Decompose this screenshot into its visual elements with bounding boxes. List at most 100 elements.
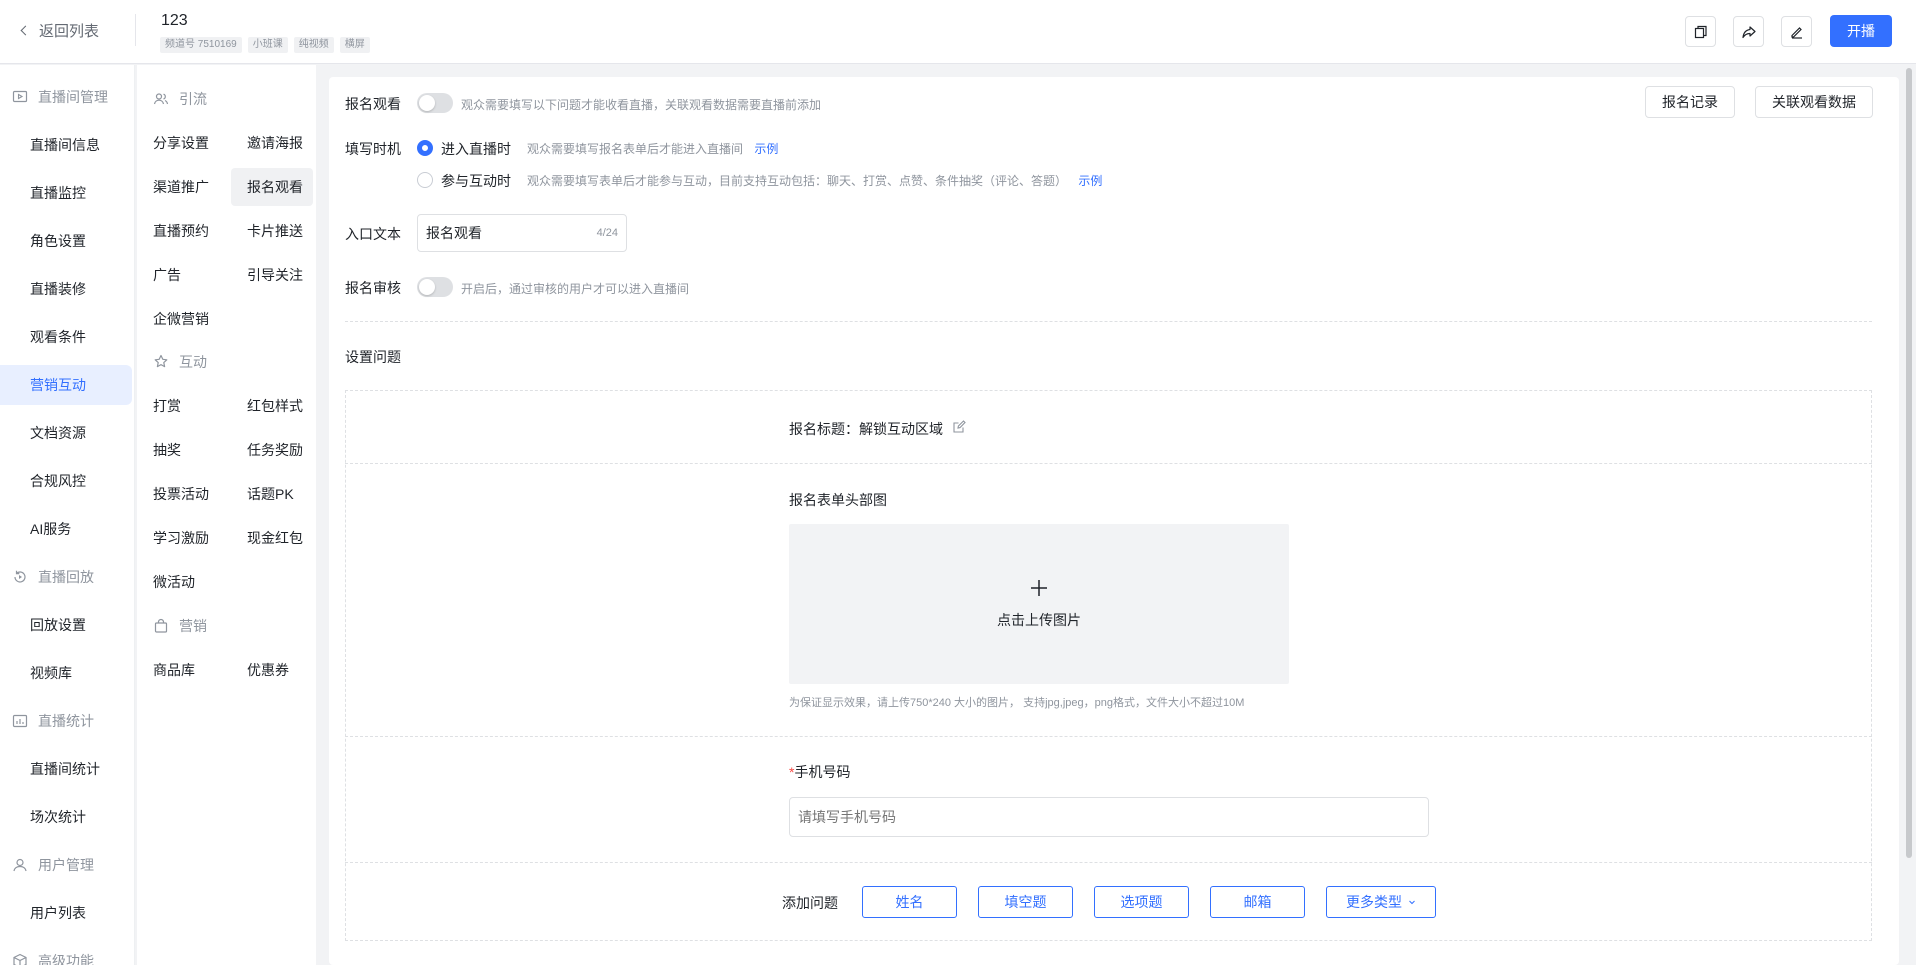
form-title-value: 解锁互动区域: [859, 421, 943, 437]
sidebar-item-compliance[interactable]: 合规风控: [0, 461, 133, 501]
signup-toggle[interactable]: [417, 93, 453, 113]
submenu-item-ads[interactable]: 广告: [137, 256, 219, 294]
tag-channel: 频道号 7510169: [160, 37, 242, 53]
timing-opt1-hint: 观众需要填写报名表单后才能进入直播间 示例: [527, 140, 778, 157]
cube-icon: [13, 953, 27, 965]
entry-text-value: 报名观看: [426, 225, 482, 241]
form-title-label: 报名标题：: [789, 421, 859, 437]
header-image-upload[interactable]: 点击上传图片: [789, 524, 1289, 684]
sidebar-item-roles[interactable]: 角色设置: [0, 221, 133, 261]
add-email-button[interactable]: 邮箱: [1210, 886, 1305, 918]
review-label: 报名审核: [345, 280, 401, 296]
edit-title-icon[interactable]: [952, 420, 966, 434]
form-title: 报名标题：解锁互动区域: [789, 419, 943, 439]
back-to-list-button[interactable]: 返回列表: [20, 20, 100, 41]
signup-label: 报名观看: [345, 96, 401, 112]
group-label: 高级功能: [38, 953, 94, 965]
submenu-item-channel[interactable]: 渠道推广: [137, 168, 219, 206]
phone-input[interactable]: [789, 797, 1429, 837]
timing-opt2-hint: 观众需要填写表单后才能参与互动，目前支持互动包括：聊天、打赏、点赞、条件抽奖（评…: [527, 172, 1102, 189]
submenu-item-reserve[interactable]: 直播预约: [137, 212, 219, 250]
submenu-item-signup[interactable]: 报名观看: [231, 168, 313, 206]
submenu-item-coupon[interactable]: 优惠券: [231, 651, 313, 689]
group-label: 互动: [179, 354, 207, 370]
sidebar-item-session-stats[interactable]: 场次统计: [0, 797, 133, 837]
hint-text: 观众需要填写表单后才能参与互动，目前支持互动包括：聊天、打赏、点赞、条件抽奖（评…: [527, 174, 1068, 188]
add-choice-button[interactable]: 选项题: [1094, 886, 1189, 918]
example-link-1[interactable]: 示例: [754, 142, 778, 156]
sidebar-group-advanced: 高级功能: [12, 951, 94, 965]
timing-label: 填写时机: [345, 141, 401, 157]
sidebar-item-marketing[interactable]: 营销互动: [0, 365, 132, 405]
more-types-dropdown[interactable]: 更多类型: [1326, 886, 1436, 918]
submenu-item-poster[interactable]: 邀请海报: [231, 124, 313, 162]
start-live-button[interactable]: 开播: [1830, 15, 1892, 47]
sidebar-item-monitor[interactable]: 直播监控: [0, 173, 133, 213]
add-fill-blank-button[interactable]: 填空题: [978, 886, 1073, 918]
submenu-item-pk[interactable]: 话题PK: [231, 475, 313, 513]
sidebar-item-video-lib[interactable]: 视频库: [0, 653, 133, 693]
chevron-down-icon: [1409, 900, 1415, 905]
form-divider: [345, 463, 1872, 464]
top-header: 返回列表 123 频道号 7510169 小班课 纯视频 横屏 开播: [0, 0, 1916, 64]
share-button[interactable]: [1733, 16, 1764, 47]
form-divider: [345, 862, 1872, 863]
submenu-item-share[interactable]: 分享设置: [137, 124, 219, 162]
back-label: 返回列表: [39, 23, 100, 40]
submenu-item-goods[interactable]: 商品库: [137, 651, 219, 689]
entry-text-label: 入口文本: [345, 226, 401, 242]
submenu-item-lottery[interactable]: 抽奖: [137, 431, 219, 469]
signup-settings-panel: 报名观看 观众需要填写以下问题才能收看直播，关联观看数据需要直播前添加 报名记录…: [329, 77, 1899, 965]
submenu-item-card[interactable]: 卡片推送: [231, 212, 313, 250]
header-image-label: 报名表单头部图: [789, 492, 887, 508]
char-counter: 4/24: [596, 227, 618, 239]
edit-button[interactable]: [1781, 16, 1812, 47]
tag-video: 纯视频: [293, 37, 334, 53]
sidebar-item-conditions[interactable]: 观看条件: [0, 317, 133, 357]
upload-label: 点击上传图片: [997, 612, 1081, 628]
group-label: 引流: [179, 91, 207, 107]
submenu-item-micro[interactable]: 微活动: [137, 563, 219, 601]
submenu-group-marketing: 营销: [153, 616, 207, 636]
submenu-item-task[interactable]: 任务奖励: [231, 431, 313, 469]
upload-hint: 为保证显示效果，请上传750*240 大小的图片， 支持jpg,jpeg，png…: [789, 697, 1245, 709]
sidebar-group-live-manage: 直播间管理: [12, 87, 108, 107]
timing-opt1-label[interactable]: 进入直播时: [441, 139, 511, 159]
more-types-label: 更多类型: [1346, 894, 1402, 910]
signup-records-button[interactable]: 报名记录: [1645, 86, 1735, 118]
sidebar-item-ai[interactable]: AI服务: [0, 509, 133, 549]
sidebar-item-room-stats[interactable]: 直播间统计: [0, 749, 133, 789]
users-icon: [153, 93, 169, 105]
shopping-bag-icon: [154, 618, 168, 633]
submenu-item-follow[interactable]: 引导关注: [231, 256, 313, 294]
share-icon: [1741, 25, 1756, 38]
timing-radio-interact[interactable]: [417, 172, 433, 188]
sidebar-item-decor[interactable]: 直播装修: [0, 269, 133, 309]
sidebar-item-info[interactable]: 直播间信息: [0, 125, 133, 165]
sidebar-item-user-list[interactable]: 用户列表: [0, 893, 133, 933]
submenu-item-wecom[interactable]: 企微营销: [137, 300, 219, 338]
submenu-item-vote[interactable]: 投票活动: [137, 475, 219, 513]
add-name-button[interactable]: 姓名: [862, 886, 957, 918]
submenu-group-traffic: 引流: [153, 89, 207, 109]
submenu-item-learn[interactable]: 学习激励: [137, 519, 219, 557]
main-sidebar: 直播间管理 直播间信息 直播监控 角色设置 直播装修 观看条件 营销互动 文档资…: [0, 65, 135, 965]
sidebar-item-docs[interactable]: 文档资源: [0, 413, 133, 453]
submenu-item-tip[interactable]: 打赏: [137, 387, 219, 425]
copy-button[interactable]: [1685, 16, 1716, 47]
example-link-2[interactable]: 示例: [1078, 174, 1102, 188]
tag-class-type: 小班课: [247, 37, 288, 53]
sidebar-item-playback-settings[interactable]: 回放设置: [0, 605, 133, 645]
stats-icon: [12, 714, 28, 728]
feature-submenu: 引流 分享设置 邀请海报 渠道推广 报名观看 直播预约 卡片推送 广告 引导关注…: [137, 65, 316, 965]
submenu-item-cash[interactable]: 现金红包: [231, 519, 313, 557]
submenu-item-redpack-style[interactable]: 红包样式: [231, 387, 313, 425]
page-scrollbar[interactable]: [1906, 68, 1912, 858]
group-label: 直播间管理: [38, 89, 108, 105]
entry-text-input[interactable]: 报名观看 4/24: [417, 214, 627, 252]
signup-hint: 观众需要填写以下问题才能收看直播，关联观看数据需要直播前添加: [461, 98, 822, 112]
link-view-data-button[interactable]: 关联观看数据: [1755, 86, 1873, 118]
timing-opt2-label[interactable]: 参与互动时: [441, 171, 511, 191]
timing-radio-enter[interactable]: [417, 140, 433, 156]
review-toggle[interactable]: [417, 277, 453, 297]
